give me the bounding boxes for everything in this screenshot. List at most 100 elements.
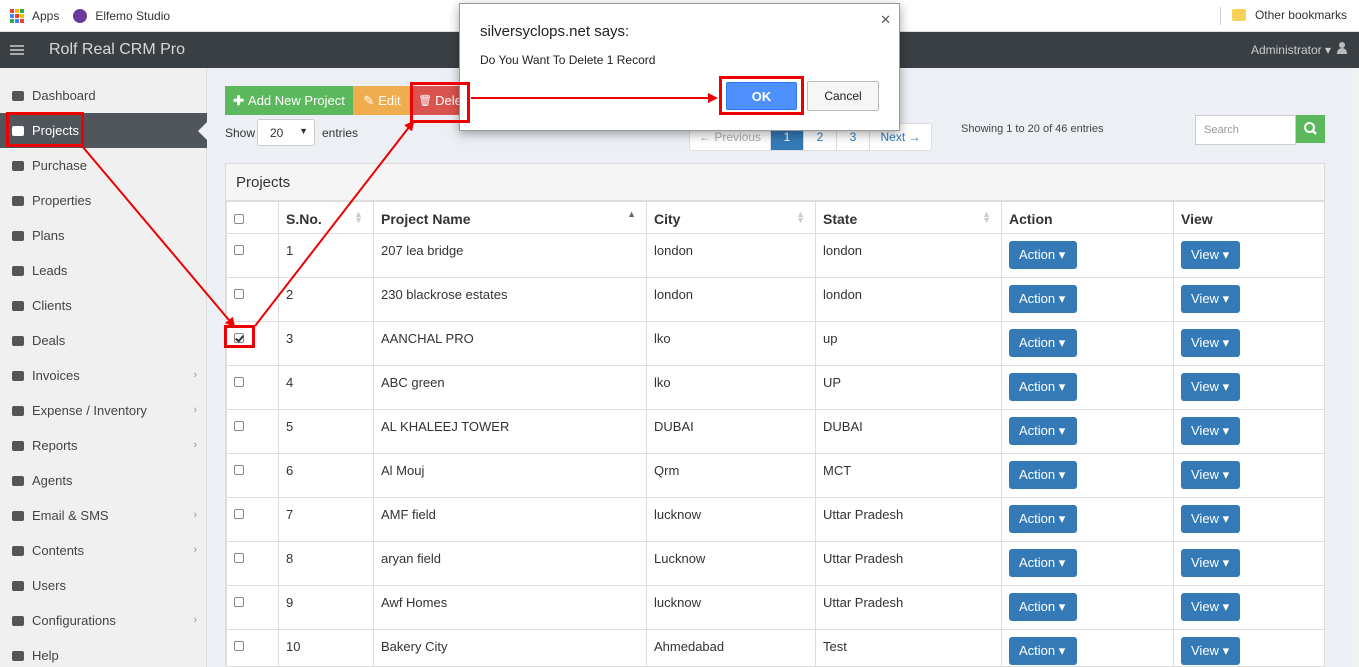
table-header-row: S.No. ▲ ▼ Project Name ▲ City ▲ ▼ State ▲ ▼ Act… [226,201,1324,234]
cell-view: View ▾ [1173,541,1324,586]
sidebar-item-label: Expense / Inventory [32,403,147,418]
chevron-right-icon: › [193,439,197,451]
other-bookmarks[interactable]: Other bookmarks [1231,8,1347,22]
cell-action: Action ▾ [1001,497,1174,542]
cell-state: MCT [815,453,1002,498]
sidebar-item-clients[interactable]: Clients [0,288,207,323]
close-icon[interactable]: ✕ [880,12,891,28]
view-dropdown-button[interactable]: View ▾ [1181,329,1240,357]
sidebar-item-configurations[interactable]: Configurations › [0,603,207,638]
view-dropdown-button[interactable]: View ▾ [1181,461,1240,489]
sidebar-item-invoices[interactable]: Invoices › [0,358,207,393]
user-icon [12,580,24,591]
dialog-cancel-button[interactable]: Cancel [807,81,879,111]
edit-label: Edit [378,93,401,108]
sidebar-item-properties[interactable]: Properties [0,183,207,218]
view-dropdown-button[interactable]: View ▾ [1181,593,1240,621]
view-dropdown-button[interactable]: View ▾ [1181,417,1240,445]
gears-icon [12,615,24,626]
action-dropdown-button[interactable]: Action ▾ [1009,549,1077,577]
row-checkbox[interactable] [234,245,244,255]
view-label: View [1191,555,1219,570]
row-checkbox[interactable] [234,465,244,475]
sidebar-item-agents[interactable]: Agents [0,463,207,498]
col-sno[interactable]: S.No. ▲ ▼ [278,201,374,234]
sort-icon: ▲ ▼ [796,209,805,225]
page-scrollbar[interactable] [1351,68,1359,667]
caret-down-icon: ▾ [1222,335,1230,350]
elfemo-bookmark[interactable]: Elfemo Studio [73,8,170,23]
cart-icon [12,405,24,416]
view-dropdown-button[interactable]: View ▾ [1181,241,1240,269]
view-dropdown-button[interactable]: View ▾ [1181,373,1240,401]
action-dropdown-button[interactable]: Action ▾ [1009,505,1077,533]
sidebar-item-expense-inventory[interactable]: Expense / Inventory › [0,393,207,428]
cell-city: london [646,277,816,322]
cell-sno: 2 [278,277,374,322]
action-label: Action [1019,467,1056,482]
col-view-label: View [1181,211,1213,227]
action-dropdown-button[interactable]: Action ▾ [1009,637,1077,665]
user-menu[interactable]: Administrator ▾ [1251,43,1331,57]
col-project-name[interactable]: Project Name ▲ [373,201,647,234]
row-checkbox[interactable] [234,421,244,431]
sidebar-item-help[interactable]: Help [0,638,207,667]
sidebar-item-purchase[interactable]: Purchase [0,148,207,183]
edit-button[interactable]: ✎ Edit [353,86,411,115]
sidebar-item-users[interactable]: Users [0,568,207,603]
table-row: 7 AMF field lucknow Uttar Pradesh Action ▾ Vi… [226,497,1324,542]
sidebar-item-leads[interactable]: Leads [0,253,207,288]
col-state[interactable]: State ▲ ▼ [815,201,1002,234]
row-checkbox[interactable] [234,509,244,519]
row-select-cell [226,409,279,454]
cell-city: lucknow [646,497,816,542]
cell-city: lko [646,365,816,410]
search-button[interactable] [1296,115,1325,143]
caret-down-icon: ▾ [1058,555,1066,570]
add-project-button[interactable]: ✚ Add New Project [225,86,353,115]
row-checkbox[interactable] [234,641,244,651]
bookmarks-divider [1220,7,1221,25]
row-checkbox[interactable] [234,553,244,563]
brand-title[interactable]: Rolf Real CRM Pro [49,41,185,59]
action-dropdown-button[interactable]: Action ▾ [1009,593,1077,621]
sidebar-item-deals[interactable]: Deals [0,323,207,358]
menu-toggle-icon[interactable] [10,43,24,57]
cell-project-name: aryan field [373,541,647,586]
col-city[interactable]: City ▲ ▼ [646,201,816,234]
row-select-cell [226,233,279,278]
entries-select[interactable]: 20 ▼ [257,119,315,146]
row-checkbox[interactable] [234,597,244,607]
caret-down-icon: ▾ [1058,335,1066,350]
sidebar-item-contents[interactable]: Contents › [0,533,207,568]
sidebar-item-email-sms[interactable]: Email & SMS › [0,498,207,533]
action-dropdown-button[interactable]: Action ▾ [1009,329,1077,357]
view-dropdown-button[interactable]: View ▾ [1181,505,1240,533]
cell-state: london [815,277,1002,322]
sidebar-item-plans[interactable]: Plans [0,218,207,253]
cell-action: Action ▾ [1001,629,1174,666]
select-all-checkbox[interactable] [234,214,244,224]
action-dropdown-button[interactable]: Action ▾ [1009,461,1077,489]
search-input[interactable]: Search [1195,115,1296,145]
chevron-right-icon: › [193,509,197,521]
action-dropdown-button[interactable]: Action ▾ [1009,285,1077,313]
apps-bookmark[interactable]: Apps [10,8,59,23]
row-checkbox[interactable] [234,377,244,387]
row-checkbox[interactable] [234,289,244,299]
sidebar-item-reports[interactable]: Reports › [0,428,207,463]
action-dropdown-button[interactable]: Action ▾ [1009,373,1077,401]
plus-icon: ✚ [233,92,245,108]
caret-down-icon: ▾ [1222,379,1230,394]
view-dropdown-button[interactable]: View ▾ [1181,549,1240,577]
view-label: View [1191,423,1219,438]
action-dropdown-button[interactable]: Action ▾ [1009,241,1077,269]
view-dropdown-button[interactable]: View ▾ [1181,637,1240,665]
user-icon[interactable] [1337,42,1347,54]
sidebar-item-dashboard[interactable]: Dashboard [0,78,207,113]
caret-down-icon: ▾ [1058,643,1066,658]
view-dropdown-button[interactable]: View ▾ [1181,285,1240,313]
action-dropdown-button[interactable]: Action ▾ [1009,417,1077,445]
pin-icon [12,370,24,381]
col-action: Action [1001,201,1174,234]
